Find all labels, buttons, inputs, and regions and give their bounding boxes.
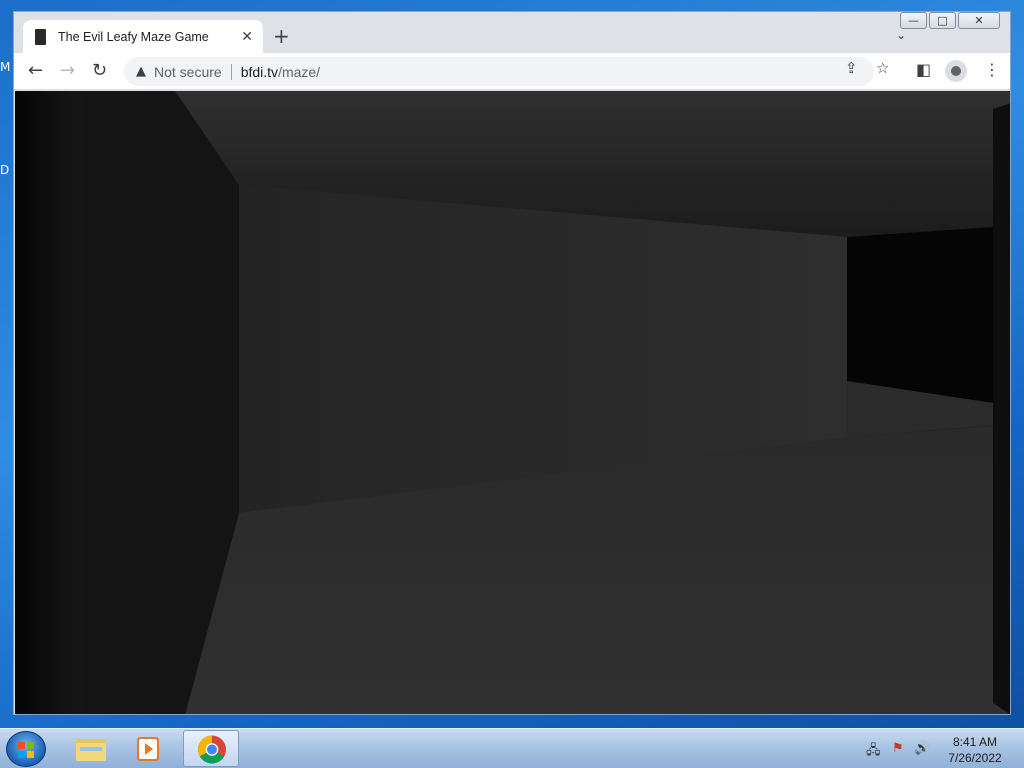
volume-icon[interactable]: 🔊 bbox=[914, 741, 930, 756]
new-tab-button[interactable]: + bbox=[273, 26, 290, 46]
profile-person-icon bbox=[951, 66, 961, 76]
close-window-button[interactable]: ✕ bbox=[958, 12, 1000, 29]
clock-date: 7/26/2022 bbox=[948, 751, 1002, 765]
forward-button[interactable]: → bbox=[60, 61, 75, 81]
not-secure-label[interactable]: Not secure bbox=[154, 64, 222, 80]
share-icon[interactable]: ⇪ bbox=[845, 59, 858, 77]
maze-left-near-wall bbox=[15, 91, 81, 714]
media-player-icon bbox=[137, 737, 159, 761]
chrome-icon bbox=[198, 735, 226, 764]
minimize-button[interactable]: — bbox=[900, 12, 927, 29]
maximize-button[interactable]: □ bbox=[929, 12, 956, 29]
network-icon[interactable]: 🖧 bbox=[866, 741, 881, 763]
page-favicon-icon bbox=[35, 28, 46, 45]
maze-right-opening bbox=[847, 227, 993, 403]
maze-scene[interactable] bbox=[15, 91, 1011, 715]
maze-right-edge-wall bbox=[993, 103, 1010, 714]
reload-button[interactable]: ↻ bbox=[92, 61, 107, 81]
taskbar-file-explorer[interactable] bbox=[62, 730, 118, 767]
browser-window: The Evil Leafy Maze Game ✕ + ⌄ — □ ✕ ← →… bbox=[13, 11, 1011, 715]
address-bar[interactable]: ▲ Not secure bfdi.tv/maze/ bbox=[124, 57, 874, 86]
url-path: /maze/ bbox=[278, 63, 321, 80]
side-panel-icon[interactable]: ◧ bbox=[916, 61, 931, 79]
desktop-icon-label-fragment: M bbox=[0, 60, 11, 74]
tab-close-icon[interactable]: ✕ bbox=[241, 29, 253, 45]
start-button[interactable] bbox=[6, 731, 46, 767]
tab-search-chevron-icon[interactable]: ⌄ bbox=[896, 28, 906, 42]
back-button[interactable]: ← bbox=[28, 61, 43, 81]
tab-evil-leafy-maze[interactable]: The Evil Leafy Maze Game ✕ bbox=[23, 20, 263, 53]
profile-avatar-button[interactable] bbox=[945, 60, 967, 82]
tab-title: The Evil Leafy Maze Game bbox=[58, 29, 209, 44]
desktop-icon-label-fragment: D bbox=[0, 163, 10, 177]
action-center-flag-icon[interactable]: ⚑ bbox=[892, 741, 904, 756]
game-viewport[interactable] bbox=[15, 91, 1011, 715]
warning-triangle-icon[interactable]: ▲ bbox=[136, 64, 146, 79]
folder-icon bbox=[76, 739, 106, 761]
windows-logo-icon bbox=[18, 742, 34, 758]
omnibox-divider bbox=[230, 63, 232, 80]
chrome-menu-icon[interactable]: ⋮ bbox=[984, 61, 1000, 79]
taskbar-media-player[interactable] bbox=[121, 730, 177, 767]
taskbar-chrome[interactable] bbox=[183, 730, 239, 767]
browser-toolbar: ← → ↻ ▲ Not secure bfdi.tv/maze/ ⇪ ☆ ◧ ⋮ bbox=[14, 53, 1010, 90]
taskbar-clock[interactable]: 8:41 AM 7/26/2022 bbox=[940, 734, 1010, 766]
window-controls: — □ ✕ bbox=[900, 12, 1000, 29]
clock-time: 8:41 AM bbox=[952, 735, 998, 749]
bookmark-star-icon[interactable]: ☆ bbox=[876, 59, 889, 77]
url-text[interactable]: bfdi.tv/maze/ bbox=[241, 64, 320, 80]
tab-strip: The Evil Leafy Maze Game ✕ + ⌄ — □ ✕ bbox=[14, 12, 1010, 53]
taskbar: 🖧 ⚑ 🔊 8:41 AM 7/26/2022 bbox=[0, 728, 1024, 768]
url-host: bfdi.tv bbox=[240, 63, 279, 80]
